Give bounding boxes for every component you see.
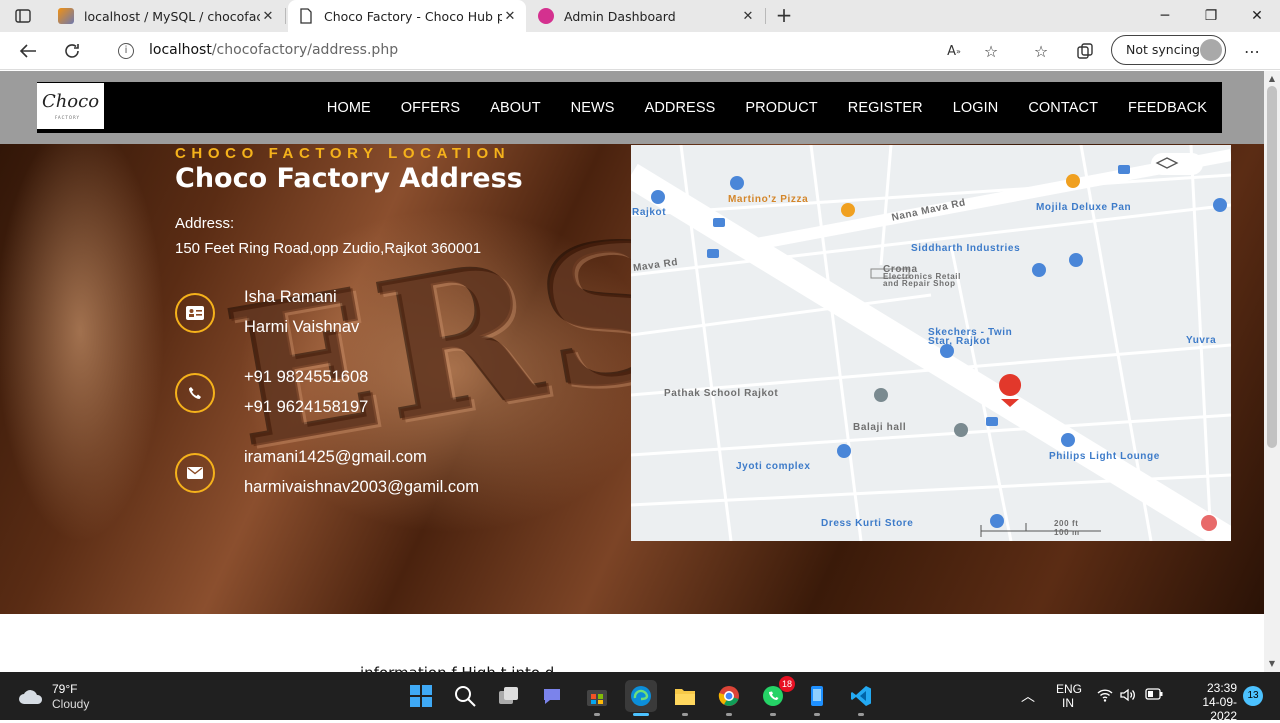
nav-offers[interactable]: OFFERS bbox=[401, 100, 460, 116]
more-menu-icon[interactable]: ⋯ bbox=[1240, 39, 1264, 63]
vscode-icon[interactable] bbox=[845, 680, 877, 716]
search-icon[interactable] bbox=[449, 680, 481, 712]
nav-address[interactable]: ADDRESS bbox=[645, 100, 716, 116]
wifi-icon[interactable] bbox=[1097, 688, 1113, 705]
store-icon[interactable] bbox=[581, 680, 613, 716]
contact-name-1: Isha Ramani bbox=[244, 288, 337, 306]
file-explorer-icon[interactable] bbox=[669, 680, 701, 716]
scroll-up-icon[interactable]: ▲ bbox=[1264, 72, 1280, 86]
contact-email-2[interactable]: harmivaishnav2003@gamil.com bbox=[244, 478, 479, 497]
tab-phpmyadmin[interactable]: localhost / MySQL / chocofactory ✕ bbox=[48, 0, 284, 32]
nav-news[interactable]: NEWS bbox=[571, 100, 615, 116]
url-text[interactable]: localhost/chocofactory/address.php bbox=[149, 42, 398, 58]
minimize-icon[interactable]: ─ bbox=[1142, 0, 1188, 32]
tab-divider bbox=[285, 8, 286, 24]
running-indicator bbox=[594, 713, 600, 716]
page-title: Choco Factory Address bbox=[175, 163, 523, 194]
back-icon[interactable] bbox=[16, 39, 40, 63]
scroll-thumb[interactable] bbox=[1267, 86, 1277, 448]
contact-email-1[interactable]: iramani1425@gmail.com bbox=[244, 448, 427, 467]
maximize-icon[interactable]: ❐ bbox=[1188, 0, 1234, 32]
notification-center-icon[interactable]: 13 bbox=[1243, 686, 1263, 706]
running-indicator bbox=[682, 713, 688, 716]
nav-home[interactable]: HOME bbox=[327, 100, 371, 116]
nav-product[interactable]: PRODUCT bbox=[745, 100, 817, 116]
nav-menu: HOME OFFERS ABOUT NEWS ADDRESS PRODUCT R… bbox=[327, 82, 1222, 133]
scroll-down-icon[interactable]: ▼ bbox=[1264, 657, 1280, 671]
nav-login[interactable]: LOGIN bbox=[953, 100, 999, 116]
page-viewport: ERS Choco FACTORY HOME OFFERS ABOUT NEWS… bbox=[0, 71, 1264, 672]
edge-browser-icon[interactable] bbox=[625, 680, 657, 716]
collections-icon[interactable] bbox=[1073, 39, 1097, 63]
start-icon[interactable] bbox=[405, 680, 437, 712]
envelope-icon bbox=[175, 453, 215, 493]
windows-taskbar: 79°F Cloudy 18 ︿ ENG IN 23:39 14-09-2022… bbox=[0, 672, 1280, 723]
running-indicator bbox=[726, 713, 732, 716]
cloud-icon bbox=[19, 690, 43, 704]
address-bar[interactable]: i localhost/chocofactory/address.php A» … bbox=[102, 36, 1012, 66]
tab-divider bbox=[765, 8, 766, 24]
close-tab-icon[interactable]: ✕ bbox=[502, 9, 518, 24]
clock[interactable]: 23:39 14-09-2022 bbox=[1177, 681, 1237, 723]
tab-admin-dashboard[interactable]: Admin Dashboard ✕ bbox=[528, 0, 764, 32]
close-tab-icon[interactable]: ✕ bbox=[740, 9, 756, 24]
google-map-embed[interactable]: Martino'z Pizza Mojila Deluxe Pan Siddha… bbox=[631, 145, 1231, 541]
browser-tab-strip: localhost / MySQL / chocofactory ✕ Choco… bbox=[0, 0, 1280, 32]
next-section: information f High t into d bbox=[0, 614, 1264, 672]
add-favorite-icon[interactable]: ☆ bbox=[979, 39, 1003, 63]
site-logo[interactable]: Choco FACTORY bbox=[37, 83, 104, 129]
running-indicator bbox=[858, 713, 864, 716]
phpmyadmin-icon bbox=[58, 8, 74, 24]
contact-phone-1[interactable]: +91 9824551608 bbox=[244, 368, 368, 387]
address-label: Address: bbox=[175, 215, 235, 232]
dashboard-icon bbox=[538, 8, 554, 24]
page-icon bbox=[298, 8, 314, 24]
chrome-icon[interactable] bbox=[713, 680, 745, 716]
address-text: 150 Feet Ring Road,opp Zudio,Rajkot 3600… bbox=[175, 240, 482, 257]
nav-contact[interactable]: CONTACT bbox=[1028, 100, 1098, 116]
phone-link-icon[interactable] bbox=[801, 680, 833, 716]
running-indicator bbox=[814, 713, 820, 716]
running-indicator bbox=[770, 713, 776, 716]
whatsapp-icon[interactable]: 18 bbox=[757, 676, 795, 716]
nav-about[interactable]: ABOUT bbox=[490, 100, 540, 116]
read-aloud-icon[interactable]: A» bbox=[942, 39, 966, 63]
contact-name-2: Harmi Vaishnav bbox=[244, 318, 360, 336]
language-indicator[interactable]: ENG IN bbox=[1056, 682, 1082, 710]
cut-off-text: information f High t into d bbox=[360, 664, 554, 672]
close-window-icon[interactable]: ✕ bbox=[1234, 0, 1280, 32]
phone-icon bbox=[175, 373, 215, 413]
favorites-icon[interactable]: ☆ bbox=[1029, 39, 1053, 63]
refresh-icon[interactable] bbox=[60, 39, 84, 63]
site-navbar: Choco FACTORY HOME OFFERS ABOUT NEWS ADD… bbox=[37, 82, 1222, 133]
volume-icon[interactable] bbox=[1120, 688, 1136, 705]
chevron-up-icon[interactable]: ︿ bbox=[1021, 686, 1035, 706]
task-view-icon[interactable] bbox=[493, 680, 525, 712]
site-info-icon[interactable]: i bbox=[118, 43, 134, 59]
tab-actions-icon[interactable] bbox=[10, 6, 36, 26]
hero-section: ERS Choco FACTORY HOME OFFERS ABOUT NEWS… bbox=[0, 71, 1264, 614]
profile-avatar bbox=[1200, 39, 1222, 61]
nav-feedback[interactable]: FEEDBACK bbox=[1128, 100, 1207, 116]
close-tab-icon[interactable]: ✕ bbox=[260, 9, 276, 24]
teams-chat-icon[interactable] bbox=[537, 680, 569, 712]
contact-phone-2[interactable]: +91 9624158197 bbox=[244, 398, 368, 417]
profile-sync-button[interactable]: Not syncing bbox=[1111, 35, 1226, 65]
nav-register[interactable]: REGISTER bbox=[848, 100, 923, 116]
browser-toolbar: i localhost/chocofactory/address.php A» … bbox=[0, 32, 1280, 70]
tab-choco-factory[interactable]: Choco Factory - Choco Hub php ✕ bbox=[288, 0, 526, 32]
new-tab-button[interactable]: + bbox=[772, 4, 796, 28]
battery-icon[interactable] bbox=[1145, 688, 1163, 703]
running-indicator bbox=[633, 713, 649, 716]
section-kicker: CHOCO FACTORY LOCATION bbox=[175, 145, 511, 162]
notification-badge: 18 bbox=[779, 676, 795, 692]
contact-card-icon bbox=[175, 293, 215, 333]
